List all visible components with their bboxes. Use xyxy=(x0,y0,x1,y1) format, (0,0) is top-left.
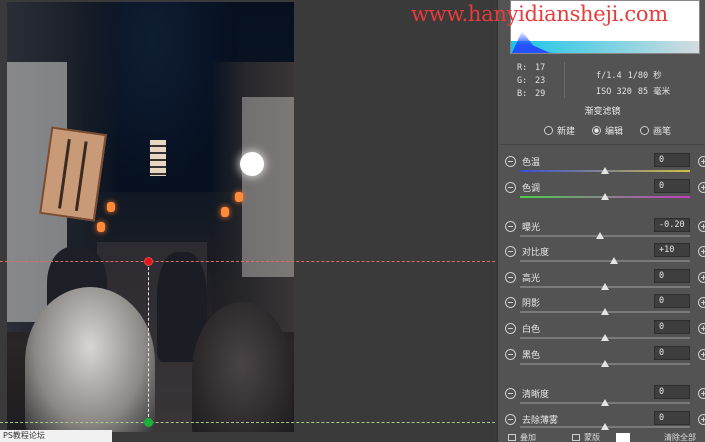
slider-shadows[interactable]: 阴影 0 xyxy=(500,294,705,321)
slider-thumb[interactable] xyxy=(601,283,609,290)
dehaze-value[interactable]: 0 xyxy=(654,411,690,425)
slider-highlights[interactable]: 高光 0 xyxy=(500,269,705,296)
radio-icon[interactable] xyxy=(640,126,649,135)
minus-circle-icon[interactable] xyxy=(505,246,516,257)
rgb-readout: R: 17 G: 23 B: 29 xyxy=(517,63,546,99)
exposure-value[interactable]: -0.20 xyxy=(654,218,690,232)
temperature-value[interactable]: 0 xyxy=(654,153,690,167)
mask-checkbox[interactable] xyxy=(572,434,580,441)
clear-all-button[interactable]: 清除全部 xyxy=(664,432,696,442)
gradient-direction-line[interactable] xyxy=(148,262,149,422)
radio-selected-icon[interactable] xyxy=(592,126,601,135)
photo-pedestrian-foreground xyxy=(25,287,155,432)
whites-value[interactable]: 0 xyxy=(654,320,690,334)
plus-circle-icon[interactable] xyxy=(698,182,705,193)
slider-thumb[interactable] xyxy=(601,423,609,430)
bottom-options: 叠加 蒙版 清除全部 xyxy=(500,432,705,442)
minus-circle-icon[interactable] xyxy=(505,182,516,193)
radio-icon[interactable] xyxy=(544,126,553,135)
shadows-value[interactable]: 0 xyxy=(654,294,690,308)
plus-circle-icon[interactable] xyxy=(698,414,705,425)
minus-circle-icon[interactable] xyxy=(505,414,516,425)
photo-pagoda xyxy=(150,140,166,176)
photo-right-wall xyxy=(242,97,294,277)
contrast-value[interactable]: +10 xyxy=(654,243,690,257)
minus-circle-icon[interactable] xyxy=(505,221,516,232)
plus-circle-icon[interactable] xyxy=(698,297,705,308)
photo-lantern xyxy=(107,202,115,212)
photo-lantern xyxy=(97,222,105,232)
photo-lantern xyxy=(221,207,229,217)
mode-brush[interactable]: 画笔 xyxy=(640,124,671,137)
minus-circle-icon[interactable] xyxy=(505,323,516,334)
mode-new[interactable]: 新建 xyxy=(544,124,575,137)
slider-track[interactable] xyxy=(520,235,690,237)
minus-circle-icon[interactable] xyxy=(505,156,516,167)
gradient-start-line[interactable] xyxy=(0,261,495,262)
plus-circle-icon[interactable] xyxy=(698,246,705,257)
photo-pedestrian-foreground xyxy=(192,302,292,432)
overlay-checkbox[interactable] xyxy=(508,434,516,441)
slider-thumb[interactable] xyxy=(601,193,609,200)
highlights-value[interactable]: 0 xyxy=(654,269,690,283)
plus-circle-icon[interactable] xyxy=(698,272,705,283)
plus-circle-icon[interactable] xyxy=(698,221,705,232)
slider-thumb[interactable] xyxy=(601,167,609,174)
slider-thumb[interactable] xyxy=(601,399,609,406)
photo-street-lamp xyxy=(240,152,264,176)
exif-readout: f/1.4 1/80 秒 ISO 320 85 毫米 xyxy=(596,71,671,97)
plus-circle-icon[interactable] xyxy=(698,349,705,360)
mask-color-swatch[interactable] xyxy=(616,433,630,442)
slider-thumb[interactable] xyxy=(601,360,609,367)
pixel-info: R: 17 G: 23 B: 29 f/1.4 1/80 秒 ISO 320 85 毫米 xyxy=(500,58,705,102)
plus-circle-icon[interactable] xyxy=(698,156,705,167)
slider-thumb[interactable] xyxy=(601,334,609,341)
mode-selector: 新建 编辑 画笔 xyxy=(540,124,700,138)
photo-lantern xyxy=(235,192,243,202)
minus-circle-icon[interactable] xyxy=(505,349,516,360)
gradient-start-pin[interactable] xyxy=(144,257,153,266)
mode-edit[interactable]: 编辑 xyxy=(592,124,623,137)
minus-circle-icon[interactable] xyxy=(505,297,516,308)
slider-thumb[interactable] xyxy=(609,257,618,264)
clarity-value[interactable]: 0 xyxy=(654,385,690,399)
panel-title: 渐变滤镜 xyxy=(584,107,621,117)
overlay-label: 叠加 xyxy=(520,433,536,442)
bottom-watermark: PS教程论坛 www.16xx8.com xyxy=(0,430,112,442)
slider-track[interactable] xyxy=(520,260,690,262)
minus-circle-icon[interactable] xyxy=(505,388,516,399)
tint-value[interactable]: 0 xyxy=(654,179,690,193)
mask-label: 蒙版 xyxy=(584,433,600,442)
blacks-value[interactable]: 0 xyxy=(654,346,690,360)
plus-circle-icon[interactable] xyxy=(698,388,705,399)
slider-whites[interactable]: 白色 0 xyxy=(500,320,705,347)
plus-circle-icon[interactable] xyxy=(698,323,705,334)
slider-temperature[interactable]: 色温 0 xyxy=(500,153,705,180)
slider-thumb[interactable] xyxy=(601,308,609,315)
slider-exposure[interactable]: 曝光 -0.20 xyxy=(500,218,705,245)
gradient-end-line[interactable] xyxy=(0,422,495,423)
slider-thumb[interactable] xyxy=(595,232,604,239)
gradient-end-pin[interactable] xyxy=(144,418,153,427)
image-canvas[interactable]: PS教程论坛 www.16xx8.com xyxy=(0,0,495,442)
minus-circle-icon[interactable] xyxy=(505,272,516,283)
panel-divider xyxy=(500,144,705,145)
slider-contrast[interactable]: 对比度 +10 xyxy=(500,243,705,270)
photo-preview[interactable] xyxy=(7,2,294,432)
site-watermark: www.hanyidiansheji.com xyxy=(411,2,668,26)
slider-clarity[interactable]: 清晰度 0 xyxy=(500,385,705,412)
slider-blacks[interactable]: 黑色 0 xyxy=(500,346,705,373)
slider-tint[interactable]: 色调 0 xyxy=(500,179,705,206)
